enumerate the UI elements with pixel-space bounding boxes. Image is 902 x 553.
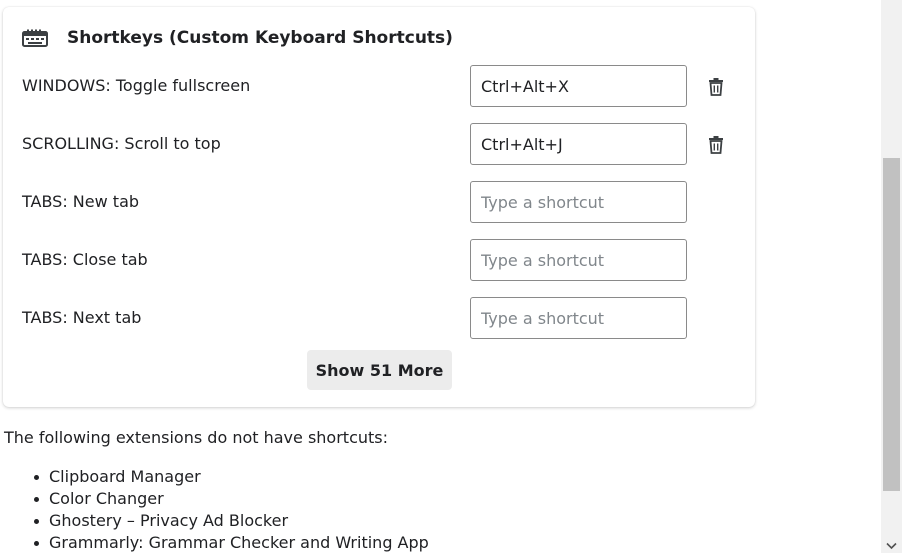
shortcut-row: SCROLLING: Scroll to top: [22, 123, 742, 165]
delete-shortcut-button[interactable]: [705, 133, 727, 155]
shortcut-label: TABS: New tab: [22, 192, 140, 211]
shortcut-row: TABS: New tab: [22, 181, 742, 223]
show-more-button[interactable]: Show 51 More: [307, 350, 452, 390]
scrollbar-thumb[interactable]: [883, 158, 900, 491]
shortkeys-extension-card: Shortkeys (Custom Keyboard Shortcuts) WI…: [3, 7, 755, 407]
shortcut-label: SCROLLING: Scroll to top: [22, 134, 221, 153]
shortcut-input[interactable]: [470, 123, 687, 165]
vertical-scrollbar[interactable]: [881, 0, 902, 553]
shortcut-label: WINDOWS: Toggle fullscreen: [22, 76, 251, 95]
trash-icon: [709, 135, 723, 154]
trash-icon: [709, 77, 723, 96]
shortcut-label: TABS: Close tab: [22, 250, 148, 269]
list-item: Ghostery – Privacy Ad Blocker: [34, 510, 429, 532]
keyboard-icon: [22, 28, 48, 48]
shortcut-input[interactable]: [470, 181, 687, 223]
list-item: Grammarly: Grammar Checker and Writing A…: [34, 533, 429, 552]
shortcut-row: TABS: Close tab: [22, 239, 742, 281]
shortcut-input[interactable]: [470, 65, 687, 107]
card-header: Shortkeys (Custom Keyboard Shortcuts): [22, 25, 453, 51]
shortcut-input[interactable]: [470, 297, 687, 339]
delete-shortcut-button[interactable]: [705, 75, 727, 97]
shortcut-row: TABS: Next tab: [22, 297, 742, 339]
shortcuts-page: Shortkeys (Custom Keyboard Shortcuts) WI…: [0, 0, 902, 553]
no-shortcuts-list: Clipboard Manager Color Changer Ghostery…: [34, 466, 429, 553]
card-title: Shortkeys (Custom Keyboard Shortcuts): [67, 28, 453, 48]
no-shortcuts-heading: The following extensions do not have sho…: [4, 428, 388, 447]
shortcut-row: WINDOWS: Toggle fullscreen: [22, 65, 742, 107]
list-item: Color Changer: [34, 488, 429, 510]
chevron-down-icon[interactable]: [886, 541, 897, 551]
shortcut-label: TABS: Next tab: [22, 308, 142, 327]
shortcut-input[interactable]: [470, 239, 687, 281]
list-item: Clipboard Manager: [34, 466, 429, 488]
